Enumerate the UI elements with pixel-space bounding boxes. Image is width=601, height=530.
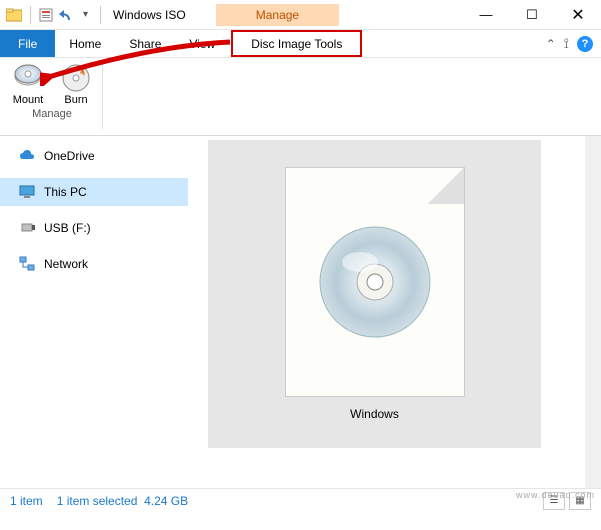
ribbon-group-label: Manage [4,108,100,120]
tab-file[interactable]: File [0,30,55,57]
burn-icon [60,62,92,94]
undo-icon[interactable] [57,8,75,22]
burn-button[interactable]: Burn [55,62,97,106]
watermark: www.deuaq.com [516,490,595,500]
tab-view[interactable]: View [175,30,229,57]
disc-icon [315,222,435,342]
sidebar-item-label: OneDrive [44,149,95,163]
main-area: OneDrive This PC USB (F:) Network [0,136,601,488]
ribbon: Mount Burn Manage [0,58,601,136]
collapse-ribbon-icon[interactable]: ⌃ [546,37,556,51]
sidebar: OneDrive This PC USB (F:) Network [0,136,188,488]
file-name-label: Windows [350,407,399,421]
sidebar-item-label: USB (F:) [44,221,91,235]
tab-share[interactable]: Share [115,30,175,57]
mount-icon [12,62,44,94]
usb-icon [18,219,36,237]
vertical-scrollbar[interactable] [585,136,601,488]
network-icon [18,255,36,273]
mount-button[interactable]: Mount [7,62,49,106]
close-button[interactable]: ✕ [555,0,601,29]
tab-home[interactable]: Home [55,30,115,57]
tab-disc-image-tools[interactable]: Disc Image Tools [231,30,362,57]
ribbon-group-manage: Mount Burn Manage [4,62,100,132]
quick-access-toolbar: ▾ [0,6,105,24]
sidebar-item-network[interactable]: Network [0,250,188,278]
menubar: File Home Share View Disc Image Tools ⌃ … [0,30,601,58]
sidebar-item-this-pc[interactable]: This PC [0,178,188,206]
file-item-selected[interactable]: Windows [208,140,541,448]
sidebar-item-onedrive[interactable]: OneDrive [0,142,188,170]
minimize-button[interactable]: — [463,0,509,29]
context-tab-manage[interactable]: Manage [216,4,339,26]
statusbar: 1 item 1 item selected 4.24 GB ☰ ▦ [0,488,601,512]
cloud-icon [18,147,36,165]
status-selection: 1 item selected 4.24 GB [57,494,188,508]
mount-label: Mount [13,94,44,106]
qat-dropdown[interactable]: ▾ [79,7,92,22]
divider [102,64,103,129]
burn-label: Burn [64,94,87,106]
content-pane[interactable]: Windows [188,136,601,488]
titlebar: ▾ Windows ISO Manage — ☐ ✕ [0,0,601,30]
divider [100,6,101,24]
maximize-button[interactable]: ☐ [509,0,555,29]
sidebar-item-label: This PC [44,185,87,199]
iso-file-icon [285,167,465,397]
context-tab-header: Manage [216,4,339,26]
sidebar-item-label: Network [44,257,88,271]
window-controls: — ☐ ✕ [463,0,601,29]
monitor-icon [18,183,36,201]
sidebar-item-usb[interactable]: USB (F:) [0,214,188,242]
status-item-count: 1 item [10,494,43,508]
properties-icon[interactable] [39,8,53,22]
help-icon[interactable]: ? [577,36,593,52]
folder-icon [6,7,22,23]
pin-icon[interactable]: ⟟ [564,35,569,52]
window-title: Windows ISO [113,8,186,22]
divider [30,6,31,24]
